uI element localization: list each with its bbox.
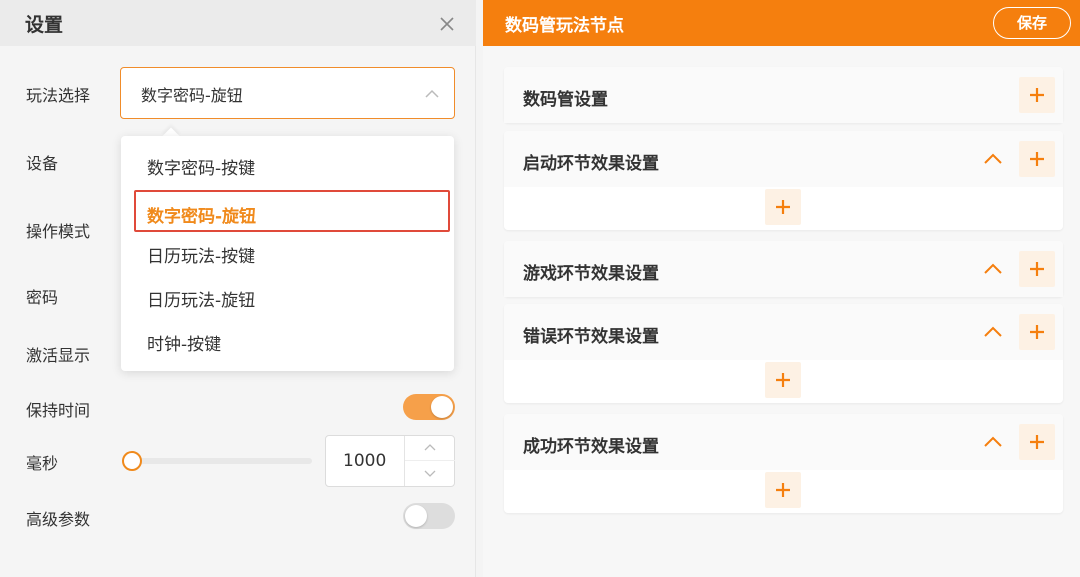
- plus-icon: [1030, 152, 1044, 166]
- operation-mode-label: 操作模式: [26, 222, 91, 241]
- plus-icon: [1030, 262, 1044, 276]
- hold-time-toggle[interactable]: [403, 394, 455, 420]
- plus-icon: [776, 483, 790, 497]
- section-title: 成功环节效果设置: [523, 437, 659, 457]
- option-label: 数字密码-按键: [147, 159, 256, 179]
- mode-select-label: 玩法选择: [26, 86, 91, 105]
- advanced-params-label: 高级参数: [26, 510, 91, 529]
- collapse-button[interactable]: [981, 257, 1005, 281]
- add-button[interactable]: [1019, 141, 1055, 177]
- add-button[interactable]: [1019, 314, 1055, 350]
- dropdown-option[interactable]: 数字密码-按键: [121, 144, 454, 186]
- toggle-knob: [431, 396, 453, 418]
- add-button[interactable]: [1019, 251, 1055, 287]
- activation-display-label: 激活显示: [26, 346, 91, 365]
- section-title: 数码管设置: [523, 90, 608, 110]
- add-button[interactable]: [1019, 424, 1055, 460]
- advanced-params-toggle[interactable]: [403, 503, 455, 529]
- close-icon: [440, 17, 454, 31]
- section-header: 错误环节效果设置: [504, 304, 1063, 360]
- collapse-button[interactable]: [981, 147, 1005, 171]
- add-button[interactable]: [1019, 77, 1055, 113]
- add-effect-button[interactable]: [765, 362, 801, 398]
- plus-icon: [776, 200, 790, 214]
- section-title: 游戏环节效果设置: [523, 264, 659, 284]
- dropdown-option[interactable]: 日历玩法-旋钮: [121, 276, 454, 318]
- milliseconds-input[interactable]: 1000: [325, 435, 455, 487]
- save-button[interactable]: 保存: [993, 7, 1071, 39]
- add-effect-button[interactable]: [765, 472, 801, 508]
- milliseconds-label: 毫秒: [26, 454, 59, 473]
- section-card: 成功环节效果设置: [504, 414, 1063, 513]
- close-button[interactable]: [437, 14, 457, 34]
- mode-select[interactable]: 数字密码-旋钮: [120, 67, 455, 119]
- section-card: 游戏环节效果设置: [504, 241, 1063, 297]
- section-title: 错误环节效果设置: [523, 327, 659, 347]
- chevron-up-icon: [984, 326, 1002, 337]
- dropdown-option[interactable]: 时钟-按键: [121, 320, 454, 362]
- milliseconds-slider-track[interactable]: [132, 458, 312, 464]
- milliseconds-value: 1000: [343, 451, 387, 471]
- increment-button[interactable]: [405, 436, 455, 461]
- dropdown-option[interactable]: 日历玩法-按键: [121, 232, 454, 274]
- settings-title: 设置: [25, 14, 64, 36]
- option-label: 日历玩法-按键: [147, 247, 256, 267]
- dropdown-option-selected[interactable]: 数字密码-旋钮: [134, 190, 450, 232]
- chevron-up-icon: [425, 89, 439, 98]
- settings-panel: 设置 玩法选择 数字密码-旋钮 设备 操作模式 密码 激活显示 保持时间 毫秒 …: [0, 0, 476, 577]
- hold-time-label: 保持时间: [26, 401, 91, 420]
- section-header: 数码管设置: [504, 67, 1063, 123]
- milliseconds-slider-handle[interactable]: [122, 451, 142, 471]
- collapse-button[interactable]: [981, 320, 1005, 344]
- device-label: 设备: [26, 154, 59, 173]
- node-title: 数码管玩法节点: [505, 16, 624, 36]
- section-card: 启动环节效果设置: [504, 131, 1063, 230]
- plus-icon: [1030, 325, 1044, 339]
- toggle-knob: [405, 505, 427, 527]
- chevron-up-icon: [424, 444, 436, 451]
- option-label: 数字密码-旋钮: [147, 207, 257, 227]
- mode-select-value: 数字密码-旋钮: [141, 86, 243, 105]
- section-header: 启动环节效果设置: [504, 131, 1063, 187]
- section-header: 成功环节效果设置: [504, 414, 1063, 470]
- mode-dropdown: 数字密码-按键 数字密码-旋钮 日历玩法-按键 日历玩法-旋钮 时钟-按键: [121, 136, 454, 371]
- settings-header: 设置: [0, 0, 476, 46]
- node-panel: 数码管玩法节点 保存 数码管设置 启动环节效果设置 游戏环节效果设置 错误环节效…: [483, 0, 1080, 577]
- section-card: 数码管设置: [504, 67, 1063, 123]
- chevron-up-icon: [984, 263, 1002, 274]
- decrement-button[interactable]: [405, 461, 455, 486]
- plus-icon: [1030, 435, 1044, 449]
- plus-icon: [1030, 88, 1044, 102]
- section-header: 游戏环节效果设置: [504, 241, 1063, 297]
- option-label: 日历玩法-旋钮: [147, 291, 256, 311]
- plus-icon: [776, 373, 790, 387]
- option-label: 时钟-按键: [147, 335, 222, 355]
- chevron-up-icon: [984, 153, 1002, 164]
- node-header: 数码管玩法节点 保存: [483, 0, 1080, 46]
- chevron-down-icon: [424, 470, 436, 477]
- password-label: 密码: [26, 288, 59, 307]
- add-effect-button[interactable]: [765, 189, 801, 225]
- chevron-up-icon: [984, 436, 1002, 447]
- collapse-button[interactable]: [981, 430, 1005, 454]
- section-card: 错误环节效果设置: [504, 304, 1063, 403]
- section-title: 启动环节效果设置: [523, 154, 659, 174]
